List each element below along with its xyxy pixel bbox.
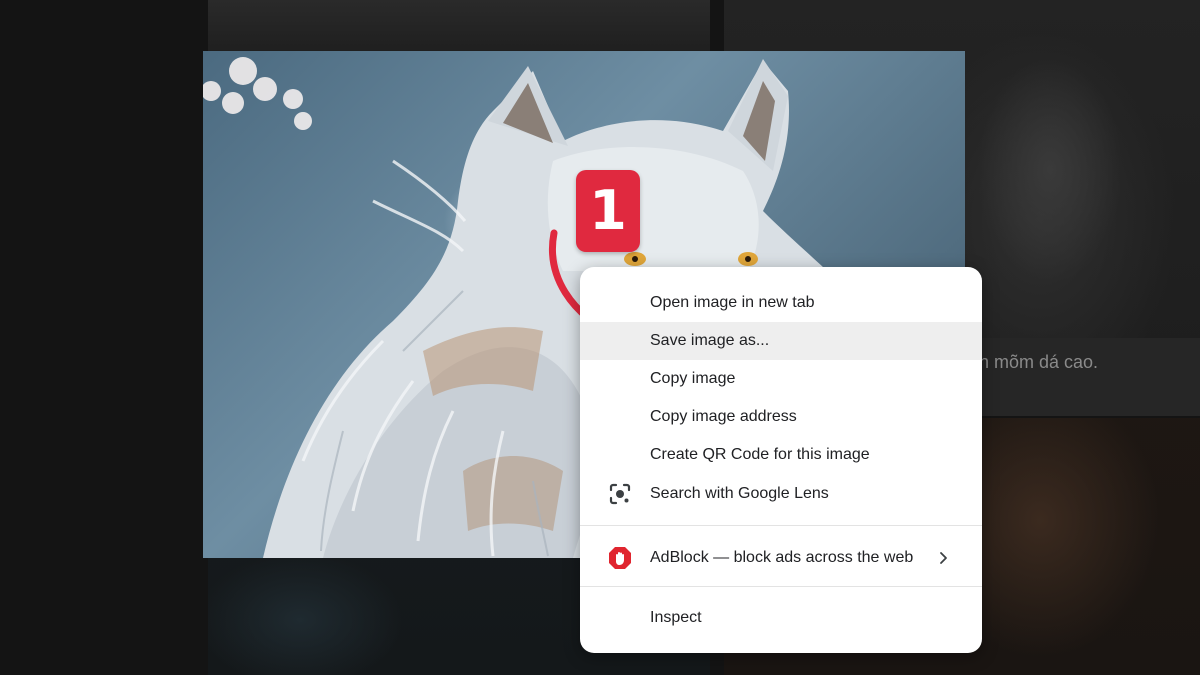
menu-item-adblock[interactable]: AdBlock — block ads across the web <box>580 539 982 577</box>
menu-item-label: Copy image <box>650 370 736 387</box>
menu-item-label: Create QR Code for this image <box>650 446 870 463</box>
gallery-image-top-left <box>208 0 710 52</box>
menu-item-copy-image-address[interactable]: Copy image address <box>580 398 982 436</box>
menu-item-label: AdBlock — block ads across the web <box>650 549 914 566</box>
adblock-icon <box>609 547 631 569</box>
chevron-right-icon <box>940 552 947 564</box>
menu-divider <box>580 586 982 587</box>
context-menu: Open image in new tab Save image as... C… <box>580 267 982 653</box>
menu-item-label: Save image as... <box>650 332 770 349</box>
menu-item-label: Copy image address <box>650 408 797 425</box>
menu-item-inspect[interactable]: Inspect <box>580 599 982 637</box>
menu-item-save-image-as[interactable]: Save image as... <box>580 322 982 360</box>
menu-item-search-google-lens[interactable]: Search with Google Lens <box>580 475 982 513</box>
menu-item-copy-image[interactable]: Copy image <box>580 360 982 398</box>
menu-item-label: Search with Google Lens <box>650 485 829 502</box>
google-lens-icon <box>609 483 631 505</box>
menu-item-label: Open image in new tab <box>650 294 815 311</box>
menu-item-label: Inspect <box>650 609 702 626</box>
gallery-caption-text: n mõm dá cao. <box>979 352 1099 372</box>
menu-item-create-qr-code[interactable]: Create QR Code for this image <box>580 436 982 474</box>
menu-divider <box>580 525 982 526</box>
menu-item-open-image-new-tab[interactable]: Open image in new tab <box>580 284 982 322</box>
